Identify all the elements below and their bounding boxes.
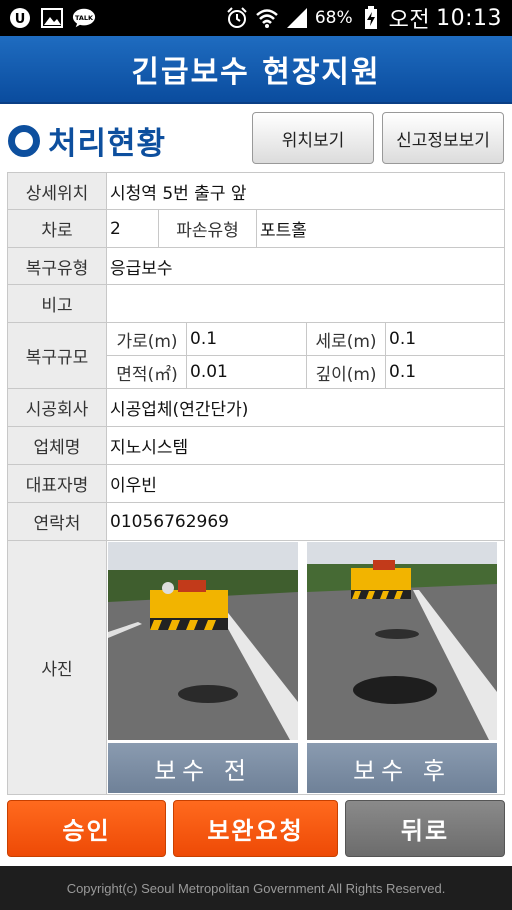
status-bar: U TALK 68% 오전 10:13 xyxy=(0,0,512,36)
area-value: 0.01 xyxy=(190,362,228,382)
view-location-button[interactable]: 위치보기 xyxy=(252,112,374,164)
width-label: 가로(m) xyxy=(108,323,186,355)
repair-type-value: 응급보수 xyxy=(110,258,173,279)
damage-type-label: 파손유형 xyxy=(159,210,256,247)
wifi-icon xyxy=(255,6,279,30)
detail-location-label: 상세위치 xyxy=(8,173,107,209)
section-header: 처리현황 위치보기 신고정보보기 xyxy=(0,106,512,172)
lane-value: 2 xyxy=(110,218,121,239)
detail-table: 상세위치 시청역 5번 출구 앞 차로 2 파손유형 포트홀 복구유형 응급보수… xyxy=(7,172,505,795)
company-label: 업체명 xyxy=(8,427,107,464)
remarks-value xyxy=(107,285,110,322)
contractor-label: 시공회사 xyxy=(8,389,107,426)
request-supplement-button[interactable]: 보완요청 xyxy=(173,800,338,857)
svg-text:U: U xyxy=(15,12,26,27)
representative-value: 이우빈 xyxy=(110,476,157,496)
battery-charging-icon xyxy=(359,6,383,30)
clock-period: 오전 xyxy=(388,8,431,33)
copyright-text: Copyright(c) Seoul Metropolitan Governme… xyxy=(66,880,446,896)
before-repair-caption: 보수 전 xyxy=(108,743,298,793)
contractor-value: 시공업체(연간단가) xyxy=(110,400,249,420)
app-header: 긴급보수 현장지원 xyxy=(0,36,512,104)
row-lane: 차로 2 파손유형 포트홀 xyxy=(7,210,505,248)
row-repair-scale: 복구규모 가로(m) 0.1 세로(m) 0.1 면적(㎡) 0.01 깊이(m… xyxy=(7,323,505,389)
after-repair-photo[interactable] xyxy=(307,542,497,740)
page-title: 긴급보수 현장지원 xyxy=(131,55,381,90)
circle-bullet-icon xyxy=(8,124,40,157)
damage-type-value: 포트홀 xyxy=(260,221,307,241)
view-report-info-button[interactable]: 신고정보보기 xyxy=(382,112,504,164)
footer: Copyright(c) Seoul Metropolitan Governme… xyxy=(0,866,512,910)
image-icon xyxy=(40,6,64,30)
lane-label: 차로 xyxy=(8,210,107,247)
row-remarks: 비고 xyxy=(7,285,505,323)
contact-label: 연락처 xyxy=(8,503,107,540)
section-title: 처리현황 xyxy=(8,118,166,163)
depth-label: 깊이(m) xyxy=(307,356,385,388)
depth-value: 0.1 xyxy=(389,362,417,382)
width-value: 0.1 xyxy=(190,329,218,349)
remarks-label: 비고 xyxy=(8,285,107,322)
area-label: 면적(㎡) xyxy=(108,356,186,388)
row-company: 업체명 지노시스템 xyxy=(7,427,505,465)
row-photos: 사진 보수 전 보수 후 xyxy=(7,541,505,795)
back-button[interactable]: 뒤로 xyxy=(345,800,505,857)
status-bar-notifications: U TALK xyxy=(0,6,96,30)
length-value: 0.1 xyxy=(389,329,417,349)
contact-value[interactable]: 01056762969 xyxy=(107,503,229,540)
company-value: 지노시스템 xyxy=(110,438,189,458)
length-label: 세로(m) xyxy=(307,323,385,355)
clock-time: 10:13 xyxy=(436,5,502,31)
representative-label: 대표자명 xyxy=(8,465,107,502)
section-title-text: 처리현황 xyxy=(48,126,167,162)
before-repair-photo[interactable] xyxy=(108,542,298,740)
repair-type-label: 복구유형 xyxy=(8,248,107,284)
approve-button[interactable]: 승인 xyxy=(7,800,166,857)
talk-icon: TALK xyxy=(72,6,96,30)
svg-text:TALK: TALK xyxy=(75,14,94,22)
after-repair-caption: 보수 후 xyxy=(307,743,497,793)
detail-location-value: 시청역 5번 출구 앞 xyxy=(110,183,247,204)
row-repair-type: 복구유형 응급보수 xyxy=(7,248,505,285)
row-contact: 연락처 01056762969 xyxy=(7,503,505,541)
u-plus-icon: U xyxy=(8,6,32,30)
row-representative: 대표자명 이우빈 xyxy=(7,465,505,503)
row-contractor: 시공회사 시공업체(연간단가) xyxy=(7,389,505,427)
row-detail-location: 상세위치 시청역 5번 출구 앞 xyxy=(7,173,505,210)
alarm-icon xyxy=(225,6,249,30)
photo-label: 사진 xyxy=(8,541,107,794)
battery-percent: 68% xyxy=(314,8,353,28)
signal-icon xyxy=(285,6,309,30)
repair-scale-label: 복구규모 xyxy=(8,323,107,388)
status-bar-system: 68% 오전 10:13 xyxy=(225,2,512,34)
